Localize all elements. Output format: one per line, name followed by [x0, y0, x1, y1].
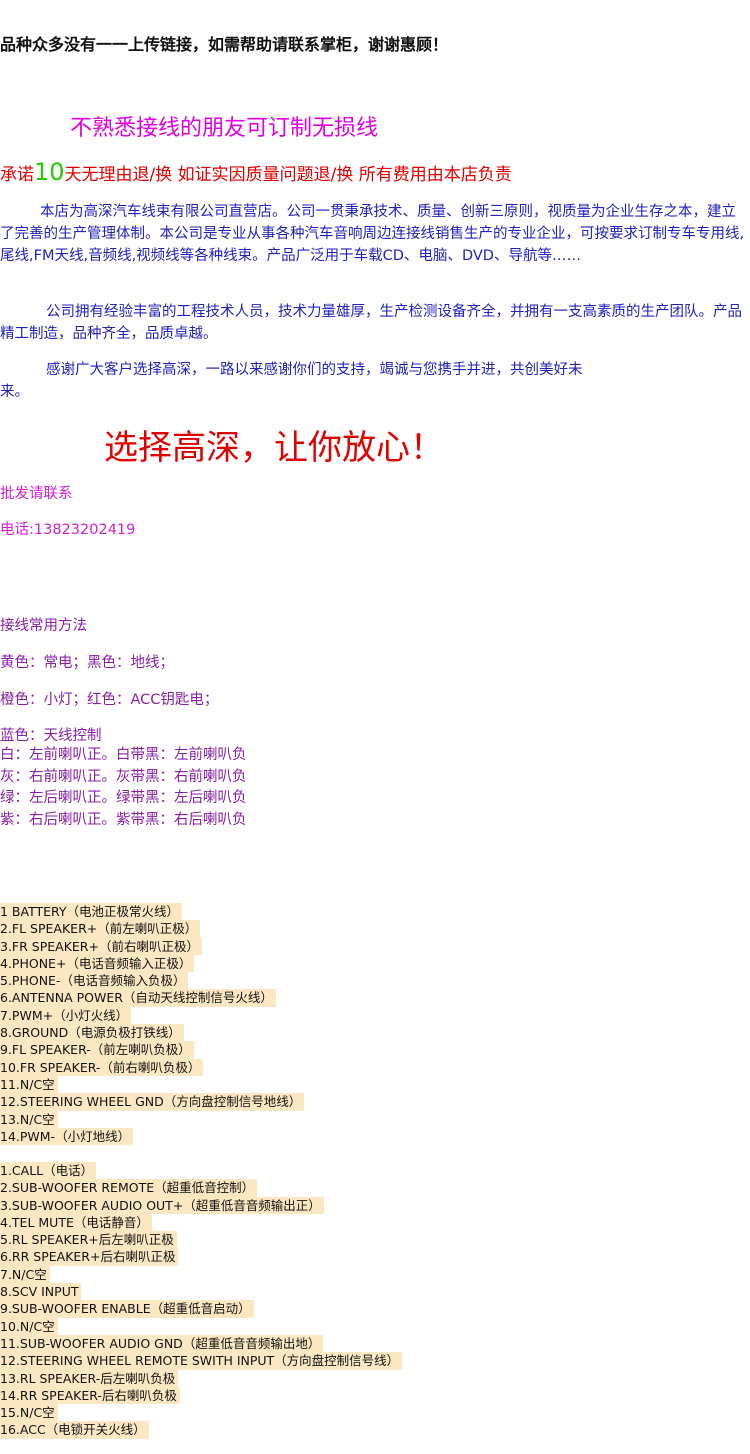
connector-b-pin-list: 1.CALL（电话） 2.SUB-WOOFER REMOTE（超重低音控制） 3…: [0, 1162, 403, 1439]
pin-item: 5.PHONE-（电话音频输入负极）: [0, 972, 189, 990]
pin-item: 13.N/C空: [0, 1110, 58, 1128]
speaker-wire-legend: 白：左前喇叭正。白带黑：左前喇叭负 灰：右前喇叭正。灰带黑：右前喇叭负 绿：左后…: [0, 745, 247, 831]
thanks-line-2: 来。: [0, 384, 29, 400]
contact-phone: 电话:13823202419: [0, 522, 136, 538]
company-team-text: 公司拥有经验丰富的工程技术人员，技术力量雄厚，生产检测设备齐全，并拥有一支高素质…: [0, 304, 742, 342]
pin-item: 10.FR SPEAKER-（前右喇叭负极）: [0, 1058, 204, 1076]
thanks-paragraph: 感谢广大客户选择高深，一路以来感谢你们的支持，竭诚与您携手并进，共创美好未来。: [0, 359, 750, 403]
pin-item: 6.ANTENNA POWER（自动天线控制信号火线）: [0, 989, 276, 1007]
pin-item: 2.FL SPEAKER+（前左喇叭正极）: [0, 920, 201, 938]
pin-item: 5.RL SPEAKER+后左喇叭正极: [0, 1231, 177, 1249]
pin-item: 4.TEL MUTE（电话静音）: [0, 1213, 152, 1232]
pin-item: 12.STEERING WHEEL GND（方向盘控制信号地线）: [0, 1093, 305, 1111]
custom-cable-promo: 不熟悉接线的朋友可订制无损线: [70, 116, 379, 141]
return-policy-days: 10: [34, 158, 65, 186]
speaker-wire-line: 紫：右后喇叭正。紫带黑：右后喇叭负: [0, 811, 247, 828]
connector-a-pin-list: 1 BATTERY（电池正极常火线） 2.FL SPEAKER+（前左喇叭正极）…: [0, 903, 305, 1146]
speaker-wire-line: 白：左前喇叭正。白带黑：左前喇叭负: [0, 747, 247, 763]
pin-item: 9.FL SPEAKER-（前左喇叭负极）: [0, 1041, 194, 1059]
pin-item: 1 BATTERY（电池正极常火线）: [0, 903, 183, 921]
thanks-line-1: 感谢广大客户选择高深，一路以来感谢你们的支持，竭诚与您携手并进，共创美好未: [46, 362, 583, 378]
pin-item: 11.SUB-WOOFER AUDIO GND（超重低音音频输出地）: [0, 1334, 324, 1353]
pin-item: 14.RR SPEAKER-后右喇叭负极: [0, 1386, 180, 1405]
pin-item: 4.PHONE+（电话音频输入正极）: [0, 954, 195, 973]
wiring-color-line: 蓝色：天线控制: [0, 728, 102, 744]
speaker-wire-line: 灰：右前喇叭正。灰带黑：右前喇叭负: [0, 768, 247, 785]
pin-item: 13.RL SPEAKER-后左喇叭负极: [0, 1369, 179, 1387]
wiring-color-line: 橙色：小灯；红色：ACC钥匙电；: [0, 692, 219, 708]
pin-item: 3.SUB-WOOFER AUDIO OUT+（超重低音音频输出正）: [0, 1196, 324, 1214]
pin-item: 10.N/C空: [0, 1317, 58, 1335]
pin-item: 16.ACC（电锁开关火线）: [0, 1421, 149, 1439]
company-intro-text: 本店为高深汽车线束有限公司直营店。公司一贯秉承技术、质量、创新三原则，视质量为企…: [0, 204, 745, 264]
pin-item: 8.SCV INPUT: [0, 1283, 82, 1301]
pin-item: 1.CALL（电话）: [0, 1162, 97, 1180]
pin-item: 7.PWM+（小灯火线）: [0, 1006, 132, 1025]
company-intro-paragraph: 本店为高深汽车线束有限公司直营店。公司一贯秉承技术、质量、创新三原则，视质量为企…: [0, 201, 750, 267]
return-policy: 承诺10天无理由退/换 如证实因质量问题退/换 所有费用由本店负责: [0, 158, 512, 186]
pin-item: 9.SUB-WOOFER ENABLE（超重低音启动）: [0, 1300, 254, 1318]
pin-item: 12.STEERING WHEEL REMOTE SWITH INPUT（方向盘…: [0, 1352, 403, 1370]
pin-item: 14.PWM-（小灯地线）: [0, 1127, 134, 1146]
brand-slogan: 选择高深，让你放心！: [104, 428, 444, 468]
pin-item: 11.N/C空: [0, 1075, 58, 1094]
shop-notice-headline: 品种众多没有一一上传链接，如需帮助请联系掌柜，谢谢惠顾！: [0, 35, 449, 54]
pin-item: 2.SUB-WOOFER REMOTE（超重低音控制）: [0, 1179, 258, 1197]
wiring-color-line: 黄色：常电；黑色：地线；: [0, 655, 174, 671]
pin-item: 3.FR SPEAKER+（前右喇叭正极）: [0, 937, 202, 955]
speaker-wire-line: 绿：左后喇叭正。绿带黑：左后喇叭负: [0, 790, 247, 806]
company-team-paragraph: 公司拥有经验丰富的工程技术人员，技术力量雄厚，生产检测设备齐全，并拥有一支高素质…: [0, 301, 750, 345]
return-policy-suffix: 天无理由退/换 如证实因质量问题退/换 所有费用由本店负责: [64, 165, 512, 185]
pin-item: 8.GROUND（电源负极打铁线）: [0, 1024, 184, 1042]
pin-item: 15.N/C空: [0, 1404, 58, 1422]
return-policy-prefix: 承诺: [0, 165, 34, 185]
pin-item: 7.N/C空: [0, 1265, 50, 1284]
pin-item: 6.RR SPEAKER+后右喇叭正极: [0, 1248, 179, 1266]
wholesale-contact-label: 批发请联系: [0, 486, 73, 502]
wiring-method-title: 接线常用方法: [0, 618, 87, 634]
